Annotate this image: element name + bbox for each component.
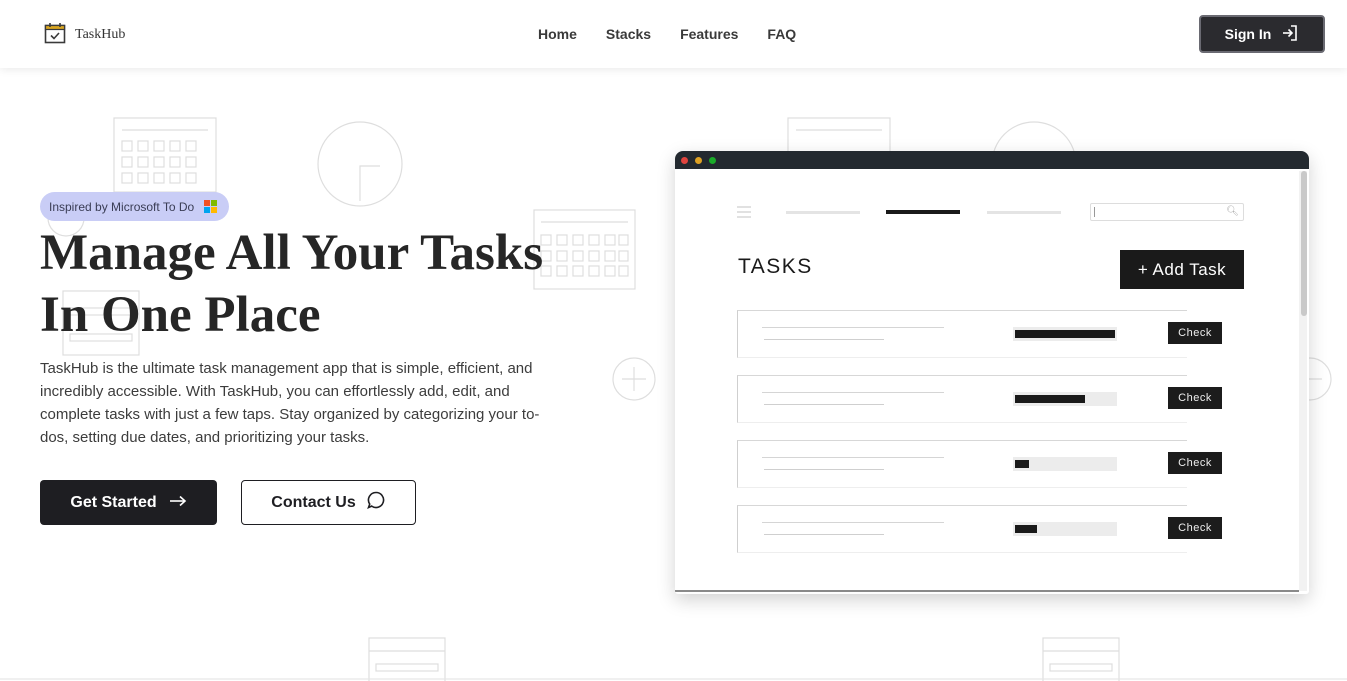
window-minimize-dot [695,156,702,164]
window-close-dot [681,156,688,164]
hero-description: TaskHub is the ultimate task management … [40,360,540,446]
browser-title-bar [675,151,1309,169]
calendar-check-icon [44,22,66,49]
calendar-illustration [113,117,217,193]
get-started-label: Get Started [70,493,157,511]
mock-check-button: Check [1168,387,1222,409]
mock-check-button: Check [1168,517,1222,539]
main-nav: Home Stacks Features FAQ [538,26,796,42]
hero-title-line-2: In One Place [40,287,321,343]
task-progress-bar [1013,522,1117,536]
microsoft-logo-icon [204,200,218,213]
brand-name: TaskHub [75,26,126,42]
mock-scrollbar-thumb [1301,171,1307,316]
top-navbar: TaskHub Home Stacks Features FAQ Sign In [0,0,1347,68]
task-progress-fill [1015,525,1037,533]
chat-bubble-icon [366,490,386,515]
mock-search-input: 🔍︎ [1090,203,1244,221]
mock-task-row: Check [737,375,1222,423]
contact-us-label: Contact Us [271,493,356,511]
badge-label: Inspired by Microsoft To Do [49,199,195,214]
mock-task-row: Check [737,505,1222,553]
get-started-button[interactable]: Get Started [40,480,217,525]
task-progress-fill [1015,330,1115,338]
mock-menu-icon [737,206,751,221]
nav-link-faq[interactable]: FAQ [767,26,796,42]
task-progress-fill [1015,395,1085,403]
task-progress-bar [1013,392,1117,406]
mock-tab [786,211,860,214]
app-preview-mockup: 🔍︎ TASKS + Add Task Check Check Check Ch… [675,151,1309,594]
arrow-right-icon [169,494,187,512]
search-icon: 🔍︎ [1226,206,1239,217]
mock-tab-active [886,210,960,214]
mock-check-button: Check [1168,452,1222,474]
window-maximize-dot [709,156,716,164]
sign-in-button[interactable]: Sign In [1199,15,1325,53]
nav-link-home[interactable]: Home [538,26,577,42]
clock-illustration [317,121,403,207]
mock-tab [987,211,1061,214]
contact-us-button[interactable]: Contact Us [241,480,416,525]
hero-title: Manage All Your Tasks In One Place [40,222,640,346]
mock-task-row: Check [737,310,1222,358]
nav-link-features[interactable]: Features [680,26,738,42]
nav-link-stacks[interactable]: Stacks [606,26,651,42]
sign-in-icon [1281,24,1299,45]
task-progress-bar [1013,457,1117,471]
inspiration-badge: Inspired by Microsoft To Do [40,192,230,221]
mock-task-row: Check [737,440,1222,488]
mock-tasks-title: TASKS [738,255,813,278]
task-progress-bar [1013,327,1117,341]
plus-illustration [612,357,656,401]
brand-logo[interactable]: TaskHub [44,22,125,49]
task-progress-fill [1015,460,1029,468]
mock-add-task-button: + Add Task [1120,250,1244,289]
hero-title-line-1: Manage All Your Tasks [40,225,544,281]
sign-in-label: Sign In [1224,26,1272,42]
mock-check-button: Check [1168,322,1222,344]
